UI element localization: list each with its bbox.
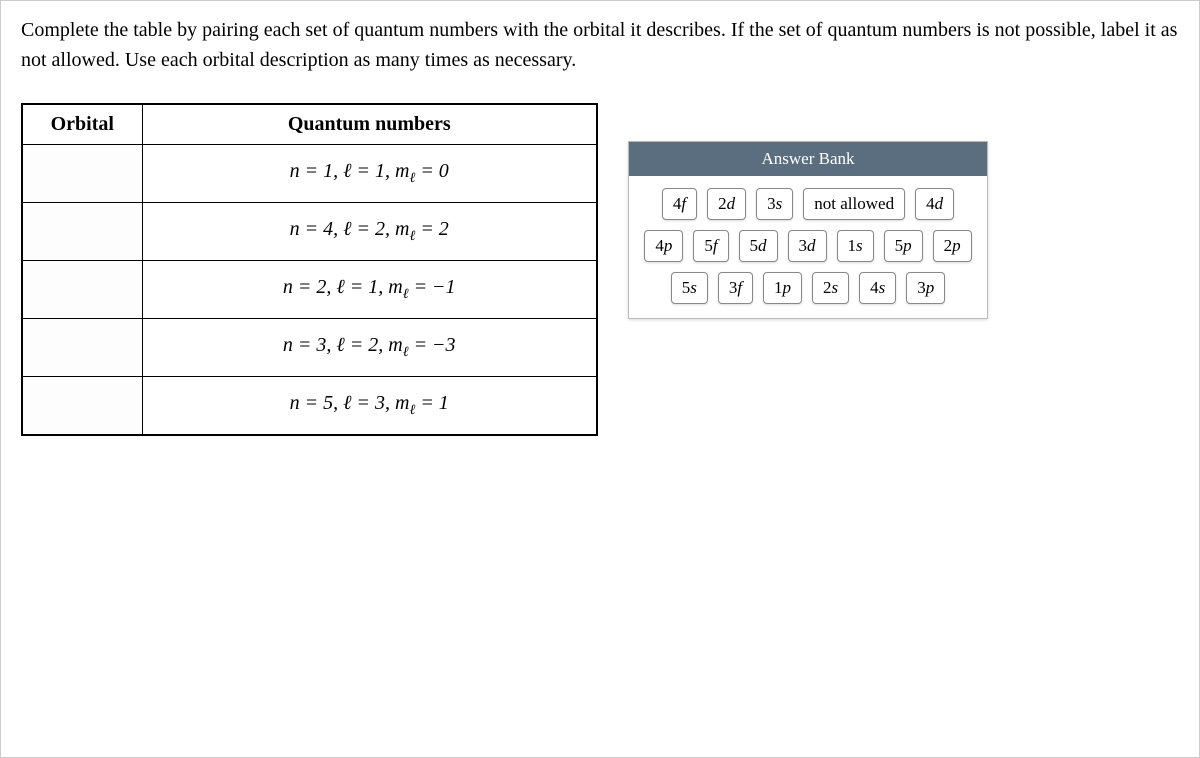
answer-bank-title: Answer Bank bbox=[629, 142, 987, 176]
header-quantum-numbers: Quantum numbers bbox=[142, 104, 597, 145]
answer-tile[interactable]: 5s bbox=[671, 272, 708, 304]
quantum-numbers-cell: n = 2, ℓ = 1, mℓ = −1 bbox=[142, 261, 597, 319]
orbital-dropzone[interactable] bbox=[22, 261, 142, 319]
answer-tile[interactable]: 3f bbox=[718, 272, 753, 304]
header-orbital: Orbital bbox=[22, 104, 142, 145]
orbital-dropzone[interactable] bbox=[22, 319, 142, 377]
instructions-text: Complete the table by pairing each set o… bbox=[21, 15, 1179, 75]
answer-tile[interactable]: 4d bbox=[915, 188, 954, 220]
answer-tile[interactable]: 4f bbox=[662, 188, 697, 220]
quantum-numbers-cell: n = 3, ℓ = 2, mℓ = −3 bbox=[142, 319, 597, 377]
answer-tile[interactable]: not allowed bbox=[803, 188, 905, 220]
table-row: n = 3, ℓ = 2, mℓ = −3 bbox=[22, 319, 597, 377]
quantum-numbers-cell: n = 5, ℓ = 3, mℓ = 1 bbox=[142, 377, 597, 435]
answer-tile[interactable]: 5f bbox=[693, 230, 728, 262]
answer-bank: Answer Bank 4f 2d 3s not allowed 4d 4p 5… bbox=[628, 141, 988, 319]
answer-tile[interactable]: 2d bbox=[707, 188, 746, 220]
answer-tile[interactable]: 1s bbox=[837, 230, 874, 262]
table-row: n = 4, ℓ = 2, mℓ = 2 bbox=[22, 203, 597, 261]
quantum-table: Orbital Quantum numbers n = 1, ℓ = 1, mℓ… bbox=[21, 103, 598, 436]
answer-tile[interactable]: 3s bbox=[756, 188, 793, 220]
answer-tile[interactable]: 3d bbox=[788, 230, 827, 262]
orbital-dropzone[interactable] bbox=[22, 377, 142, 435]
content-row: Orbital Quantum numbers n = 1, ℓ = 1, mℓ… bbox=[21, 103, 1179, 436]
table-row: n = 1, ℓ = 1, mℓ = 0 bbox=[22, 145, 597, 203]
orbital-dropzone[interactable] bbox=[22, 203, 142, 261]
answer-tile[interactable]: 2s bbox=[812, 272, 849, 304]
orbital-dropzone[interactable] bbox=[22, 145, 142, 203]
exercise-panel: Complete the table by pairing each set o… bbox=[0, 0, 1200, 758]
tile-label: not allowed bbox=[814, 194, 894, 213]
answer-tile[interactable]: 4p bbox=[644, 230, 683, 262]
quantum-numbers-cell: n = 4, ℓ = 2, mℓ = 2 bbox=[142, 203, 597, 261]
answer-tile[interactable]: 2p bbox=[933, 230, 972, 262]
answer-tile[interactable]: 5p bbox=[884, 230, 923, 262]
answer-tile[interactable]: 4s bbox=[859, 272, 896, 304]
answer-tile[interactable]: 3p bbox=[906, 272, 945, 304]
answer-tile[interactable]: 1p bbox=[763, 272, 802, 304]
table-row: n = 5, ℓ = 3, mℓ = 1 bbox=[22, 377, 597, 435]
table-row: n = 2, ℓ = 1, mℓ = −1 bbox=[22, 261, 597, 319]
quantum-numbers-cell: n = 1, ℓ = 1, mℓ = 0 bbox=[142, 145, 597, 203]
answer-tile[interactable]: 5d bbox=[739, 230, 778, 262]
answer-bank-body: 4f 2d 3s not allowed 4d 4p 5f 5d 3d 1s 5… bbox=[629, 176, 987, 318]
